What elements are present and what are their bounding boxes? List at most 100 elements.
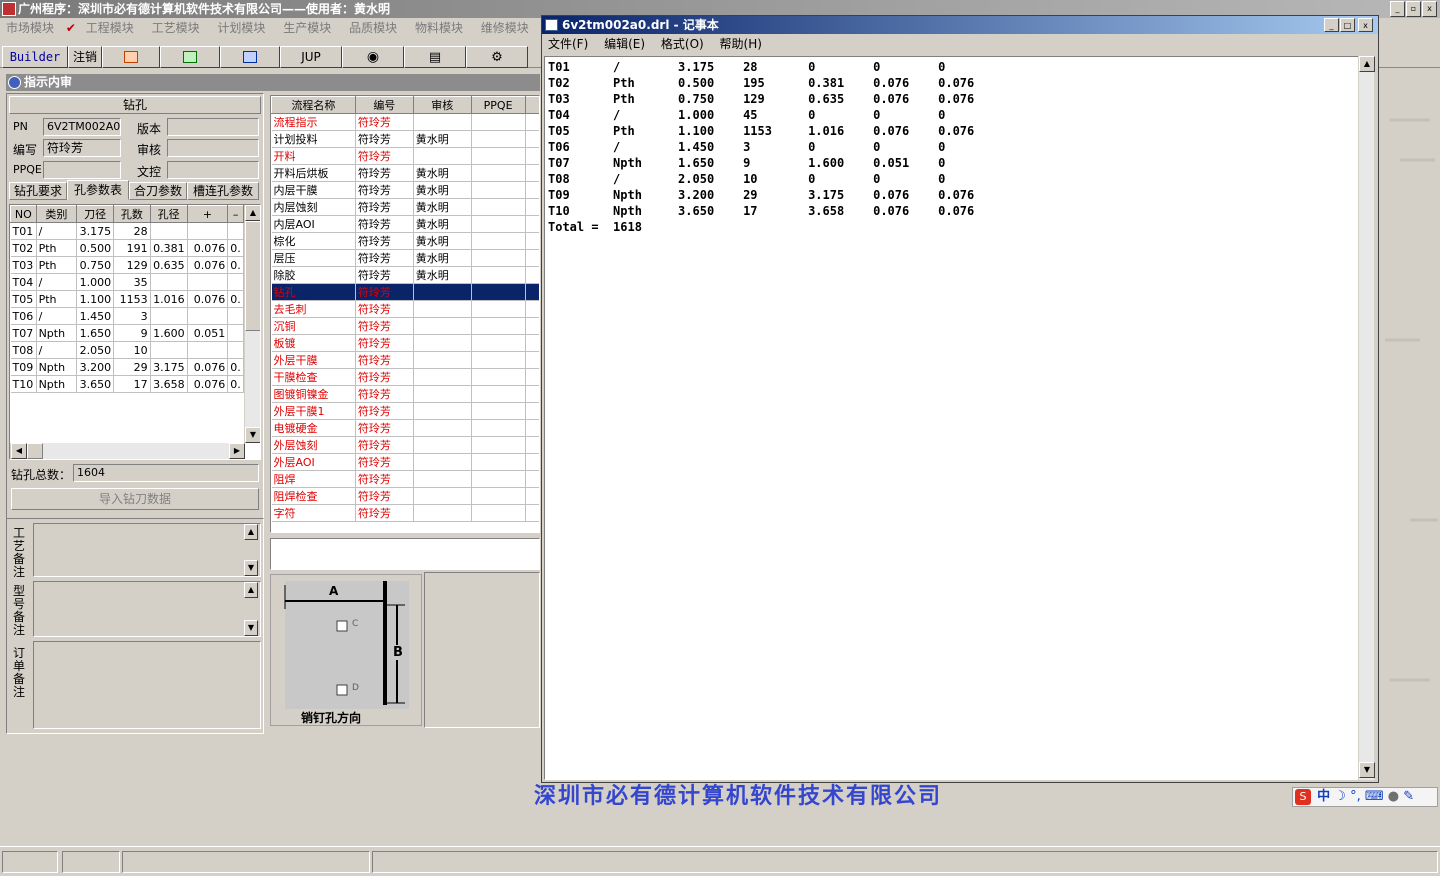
table-row[interactable]: T03 Pth 0.750 129 0.635 0.076 0. [10, 256, 244, 274]
flow-row[interactable]: 内层干膜 符玲芳 黄水明 [271, 181, 539, 199]
menu-format[interactable]: 格式(O) [661, 37, 704, 51]
col-hole-count[interactable]: 孔数 [113, 205, 151, 223]
flow-row[interactable]: 干膜检查 符玲芳 [271, 368, 539, 386]
col-type[interactable]: 类别 [35, 205, 78, 223]
scroll-up-icon[interactable]: ▲ [245, 205, 260, 221]
word-button[interactable] [220, 46, 280, 68]
menu-process[interactable]: 工艺模块 [152, 18, 200, 38]
order-note-field[interactable] [33, 641, 261, 729]
flow-row[interactable]: 去毛刺 符玲芳 [271, 300, 539, 318]
half-width-icon[interactable]: ☽ [1334, 789, 1346, 804]
tools-icon[interactable]: ✎ [1403, 789, 1414, 804]
jup-button[interactable]: JUP [280, 46, 342, 68]
scroll-up-icon[interactable]: ▲ [244, 582, 258, 598]
doc-control-field[interactable] [167, 161, 259, 179]
menu-edit[interactable]: 编辑(E) [604, 37, 645, 51]
scroll-right-icon[interactable]: ▶ [229, 443, 245, 459]
col-review[interactable]: 审核 [412, 96, 472, 114]
scroll-down-icon[interactable]: ▼ [245, 427, 260, 443]
scroll-down-icon[interactable]: ▼ [244, 620, 258, 636]
col-tool-dia[interactable]: 刀径 [76, 205, 115, 223]
review-field[interactable] [167, 139, 259, 157]
flow-row[interactable]: 阻焊 符玲芳 [271, 470, 539, 488]
table-row[interactable]: T05 Pth 1.100 1153 1.016 0.076 0. [10, 290, 244, 308]
version-field[interactable] [167, 118, 259, 136]
flow-row[interactable]: 内层蚀刻 符玲芳 黄水明 [271, 198, 539, 216]
drill-table-vscroll[interactable]: ▲ ▼ [244, 205, 260, 443]
flow-row[interactable]: 图镀铜镍金 符玲芳 [271, 385, 539, 403]
scroll-up-icon[interactable]: ▲ [244, 524, 258, 540]
pin-label-c[interactable]: C [352, 619, 358, 629]
flow-row[interactable]: 外层干膜 符玲芳 [271, 351, 539, 369]
maximize-icon[interactable]: □ [1340, 18, 1355, 32]
menu-maintenance[interactable]: 维修模块 [481, 18, 529, 38]
flow-row[interactable]: 阻焊检查 符玲芳 [271, 487, 539, 505]
flow-row[interactable]: 字符 符玲芳 [271, 504, 539, 522]
col-code[interactable]: 编号 [354, 96, 414, 114]
minimize-icon[interactable]: _ [1390, 1, 1405, 17]
menu-help[interactable]: 帮助(H) [720, 37, 762, 51]
col-no[interactable]: NO [10, 205, 37, 223]
scroll-down-icon[interactable]: ▼ [244, 560, 258, 576]
excel-button[interactable] [160, 46, 220, 68]
drill-table-hscroll[interactable]: ◀ ▶ [10, 443, 245, 459]
close-icon[interactable]: x [1422, 1, 1437, 17]
col-ppqe[interactable]: PPQE [470, 96, 526, 114]
flow-row[interactable]: 电镀硬金 符玲芳 [271, 419, 539, 437]
table-row[interactable]: T07 Npth 1.650 9 1.600 0.051 [10, 324, 244, 342]
table-row[interactable]: T04/1.000 35 [10, 273, 244, 291]
ppqe-field[interactable] [43, 161, 121, 179]
table-row[interactable]: T09 Npth 3.200 29 3.175 0.076 0. [10, 358, 244, 376]
table-row[interactable]: T06/1.450 3 [10, 307, 244, 325]
col-minus[interactable]: – [227, 205, 244, 223]
flow-row[interactable]: 流程指示 符玲芳 [271, 113, 539, 131]
logout-button[interactable]: 注销 [68, 46, 102, 68]
flow-row[interactable]: 钻孔 符玲芳 [271, 283, 539, 301]
close-icon[interactable]: x [1358, 18, 1373, 32]
tab-hole-params[interactable]: 孔参数表 [67, 180, 129, 200]
hscroll-thumb[interactable] [27, 443, 43, 459]
col-flow-name[interactable]: 流程名称 [271, 96, 356, 114]
tab-slot-params[interactable]: 槽连孔参数 [187, 182, 259, 200]
flow-row[interactable]: 开料后烘板 符玲芳 黄水明 [271, 164, 539, 182]
model-note-field[interactable]: ▲ ▼ [33, 581, 261, 637]
pin-label-d[interactable]: D [352, 683, 359, 693]
restore-icon[interactable]: ▫ [1406, 1, 1421, 17]
database-button[interactable]: ▤ [404, 46, 466, 68]
scroll-up-icon[interactable]: ▲ [1359, 56, 1375, 72]
scroll-down-icon[interactable]: ▼ [1359, 762, 1375, 778]
col-plus[interactable]: + [186, 205, 229, 223]
menu-plan[interactable]: 计划模块 [217, 18, 265, 38]
scroll-left-icon[interactable]: ◀ [11, 443, 27, 459]
flow-row[interactable]: 除胶 符玲芳 黄水明 [271, 266, 539, 284]
tab-drill-requirements[interactable]: 钻孔要求 [9, 182, 67, 200]
table-row[interactable]: T02 Pth 0.500 191 0.381 0.076 0. [10, 239, 244, 257]
view-button[interactable]: ◉ [342, 46, 404, 68]
table-row[interactable]: T10 Npth 3.650 17 3.658 0.076 0. [10, 375, 244, 393]
pn-field[interactable]: 6V2TM002A0 [43, 118, 121, 136]
flow-row[interactable]: 板镀 符玲芳 [271, 334, 539, 352]
menu-file[interactable]: 文件(F) [548, 37, 588, 51]
table-row[interactable]: T08/2.050 10 [10, 341, 244, 359]
powerpoint-button[interactable] [102, 46, 160, 68]
ime-language[interactable]: 中 [1317, 789, 1330, 804]
flow-row[interactable]: 内层AOI 符玲芳 黄水明 [271, 215, 539, 233]
author-field[interactable]: 符玲芳 [43, 139, 121, 157]
col-hole-dia[interactable]: 孔径 [149, 205, 188, 223]
menu-material[interactable]: 物料模块 [415, 18, 463, 38]
menu-quality[interactable]: 品质模块 [349, 18, 397, 38]
flow-row[interactable]: 开料 符玲芳 [271, 147, 539, 165]
menu-market[interactable]: 市场模块 [6, 18, 54, 38]
sogou-icon[interactable]: S [1295, 789, 1311, 805]
flow-row[interactable]: 沉铜 符玲芳 [271, 317, 539, 335]
import-drill-button[interactable]: 导入钻刀数据 [11, 488, 259, 510]
flow-row[interactable]: 棕化 符玲芳 黄水明 [271, 232, 539, 250]
settings-button[interactable]: ⚙ [466, 46, 528, 68]
builder-button[interactable]: Builder [2, 46, 68, 68]
keyboard-icon[interactable]: ⌨ [1365, 789, 1384, 804]
menu-engineering[interactable]: 工程模块 [86, 18, 134, 38]
flow-row[interactable]: 层压 符玲芳 黄水明 [271, 249, 539, 267]
scroll-thumb[interactable] [245, 221, 260, 331]
process-note-field[interactable]: ▲ ▼ [33, 523, 261, 577]
tab-combine-tool[interactable]: 合刀参数 [129, 182, 187, 200]
